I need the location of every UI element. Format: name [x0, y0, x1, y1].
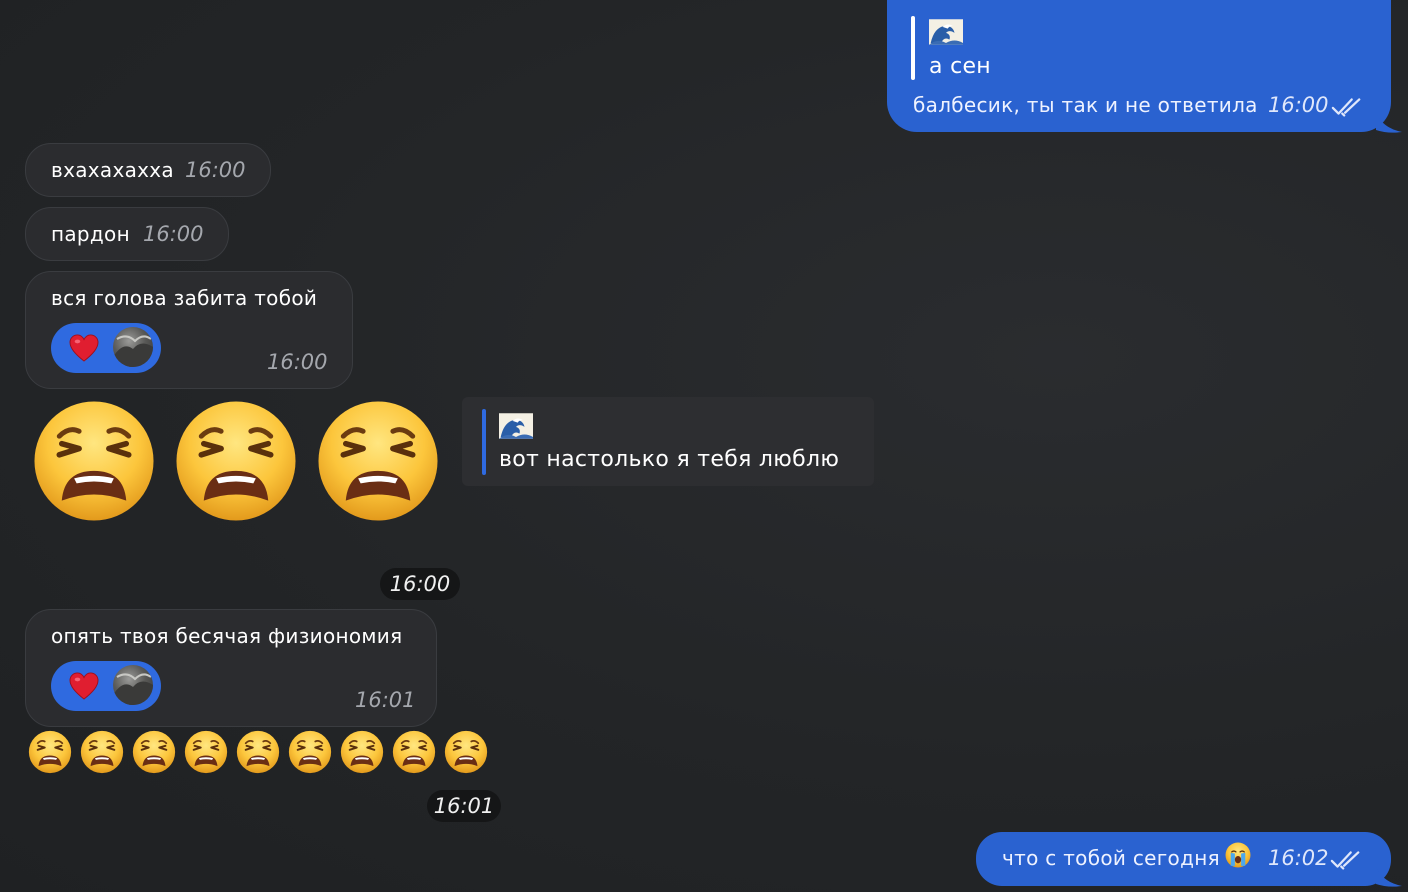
- incoming-message[interactable]: вхахахахха 16:00: [25, 143, 271, 197]
- message-time: 16:02: [1268, 846, 1329, 870]
- weary-face-icon: [80, 730, 124, 774]
- incoming-message-with-reaction[interactable]: вся голова забита тобой 16:00: [25, 271, 353, 389]
- message-time: 16:00: [267, 350, 328, 374]
- message-time: 16:01: [355, 688, 416, 712]
- message-text: вот настолько я тебя люблю: [499, 447, 840, 472]
- quoted-text: а сен: [929, 54, 991, 79]
- incoming-message-with-reaction[interactable]: опять твоя бесячая физиономия 16:01: [25, 609, 437, 727]
- weary-face-icon: [184, 730, 228, 774]
- reaction-pill[interactable]: [51, 661, 161, 711]
- message-time: 16:00: [185, 158, 246, 182]
- weary-face-icon: [340, 730, 384, 774]
- avatar[interactable]: [113, 665, 153, 705]
- avatar[interactable]: [113, 327, 153, 367]
- weary-face-icon[interactable]: [316, 399, 440, 523]
- bubble-tail: [1376, 112, 1402, 133]
- emoji-time-pill: 16:01: [427, 790, 501, 822]
- weary-face-icon[interactable]: [174, 399, 298, 523]
- outgoing-message[interactable]: что с тобой сегодня 16:02: [976, 832, 1391, 886]
- incoming-message-reply[interactable]: вот настолько я тебя люблю: [462, 397, 874, 486]
- emoji-row[interactable]: [28, 730, 498, 774]
- double-check-icon: [1331, 97, 1363, 117]
- chat-area[interactable]: а сен балбесик, ты так и не ответила 16:…: [0, 0, 1408, 892]
- quote-bar: [911, 16, 915, 80]
- message-time: 16:00: [1268, 93, 1329, 117]
- wave-icon: [499, 412, 533, 440]
- weary-face-icon: [236, 730, 280, 774]
- reaction-pill[interactable]: [51, 323, 161, 373]
- emoji-time-pill: 16:00: [380, 568, 460, 600]
- message-text: вся голова забита тобой: [51, 286, 318, 310]
- crying-face-icon: [1225, 842, 1251, 868]
- weary-face-icon: [444, 730, 488, 774]
- wave-icon: [929, 18, 963, 46]
- weary-face-icon: [28, 730, 72, 774]
- double-check-icon: [1330, 850, 1362, 870]
- heart-icon: [69, 672, 99, 700]
- message-text: балбесик, ты так и не ответила: [913, 93, 1258, 117]
- weary-face-icon: [288, 730, 332, 774]
- quote-bar: [482, 409, 486, 475]
- message-text: опять твоя бесячая физиономия: [51, 624, 403, 648]
- message-text: что с тобой сегодня: [1002, 846, 1220, 870]
- outgoing-message-reply[interactable]: а сен балбесик, ты так и не ответила 16:…: [887, 0, 1391, 132]
- weary-face-icon: [132, 730, 176, 774]
- message-time: 16:00: [143, 222, 204, 246]
- heart-icon: [69, 334, 99, 362]
- weary-face-icon[interactable]: [32, 399, 156, 523]
- message-text: вхахахахха: [51, 158, 174, 182]
- message-text: пардон: [51, 222, 130, 246]
- bubble-tail: [1376, 866, 1402, 887]
- weary-face-icon: [392, 730, 436, 774]
- incoming-message[interactable]: пардон 16:00: [25, 207, 229, 261]
